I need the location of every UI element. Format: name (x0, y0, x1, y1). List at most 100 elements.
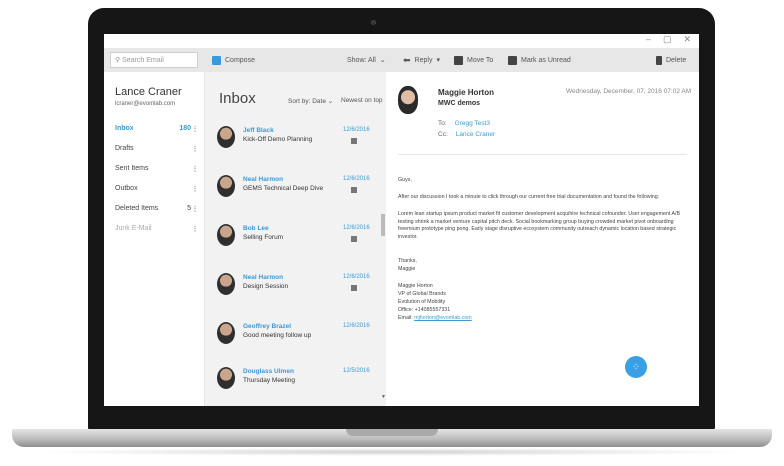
list-title: Inbox (219, 90, 256, 107)
avatar (217, 224, 235, 246)
list-item[interactable]: Douglass Ulmen Thursday Meeting 12/5/201… (205, 363, 380, 406)
avatar (217, 273, 235, 295)
avatar (217, 322, 235, 344)
more-icon[interactable]: ⋮ (191, 225, 199, 233)
reading-pane: Maggie Horton MWC demos Wednesday, Decem… (386, 72, 699, 406)
sidebar-item-junk[interactable]: Junk E-Mail ⋮ (115, 225, 199, 233)
message-date: 12/5/2016 (343, 368, 370, 374)
message-date: 12/6/2016 (343, 176, 370, 182)
folder-name: Junk E-Mail (115, 225, 152, 232)
compose-label: Compose (225, 56, 255, 64)
email-greeting: Guys, (398, 177, 412, 183)
email-thanks: Thanks, (398, 258, 417, 264)
blackberry-fab-button[interactable]: ⁘ (625, 356, 647, 378)
move-to-button[interactable]: Move To (454, 55, 494, 65)
laptop-shadow (30, 448, 754, 456)
list-item[interactable]: Neal Harmon GEMS Technical Deep Dive 12/… (205, 171, 380, 217)
message-subject: Design Session (243, 283, 289, 290)
reply-button[interactable]: ⬅ Reply ▾ (403, 55, 440, 66)
cc-row: Cc: Lance Craner (438, 131, 495, 138)
camera (371, 20, 376, 25)
reply-label: Reply (414, 56, 433, 64)
sidebar: Lance Craner lcraner@evomlab.com Inbox 1… (104, 72, 205, 406)
chevron-down-icon: ⌄ (379, 57, 386, 64)
mark-unread-icon (508, 55, 517, 65)
mark-unread-button[interactable]: Mark as Unread (508, 55, 571, 65)
more-icon[interactable]: ⋮ (191, 205, 199, 213)
message-subject: Selling Forum (243, 234, 284, 241)
sidebar-item-deleted[interactable]: Deleted Items 5 ⋮ (115, 205, 199, 213)
folder-name: Outbox (115, 185, 138, 192)
compose-button[interactable]: Compose (212, 55, 255, 65)
sidebar-item-inbox[interactable]: Inbox 180 ⋮ (115, 125, 199, 133)
reply-icon: ⬅ (403, 54, 411, 65)
message-sender: Jeff Black (243, 127, 274, 134)
message-list: Inbox Sort by: Date ⌄ Newest on top Jeff… (205, 72, 386, 406)
trash-icon (656, 55, 662, 65)
message-subject: GEMS Technical Deep Dive (243, 185, 324, 192)
message-subject: Thursday Meeting (243, 377, 296, 384)
signature-company: Evolution of Mobility (398, 299, 446, 305)
reader-subject: MWC demos (438, 100, 480, 107)
delete-label: Delete (666, 56, 687, 64)
minimize-button[interactable]: – (646, 34, 651, 46)
calendar-icon (351, 138, 357, 144)
close-button[interactable]: ✕ (683, 34, 691, 46)
signature-office: Office: +14085557331 (398, 307, 451, 313)
to-row: To: Gregg Test3 (438, 120, 490, 127)
avatar (217, 126, 235, 148)
sort-dropdown[interactable]: Sort by: Date ⌄ (288, 97, 333, 105)
maximize-button[interactable]: ▢ (663, 34, 672, 46)
laptop-notch (346, 429, 438, 436)
message-subject: Kick-Off Demo Planning (243, 136, 313, 143)
folder-name: Inbox (115, 125, 134, 132)
more-icon[interactable]: ⋮ (191, 165, 199, 173)
cc-label: Cc: (438, 131, 448, 138)
sidebar-item-sent[interactable]: Sent Items ⋮ (115, 165, 199, 173)
list-item[interactable]: Geoffrey Brazel Good meeting follow up 1… (205, 318, 380, 364)
message-sender: Neal Harmon (243, 274, 284, 281)
list-item[interactable]: Bob Lee Selling Forum 12/6/2016 (205, 220, 380, 266)
folder-name: Drafts (115, 145, 134, 152)
folder-count: 180 (179, 125, 191, 132)
message-sender: Neal Harmon (243, 176, 284, 183)
blackberry-icon: ⁘ (631, 361, 641, 373)
newest-on-top-toggle[interactable]: Newest on top (341, 97, 383, 104)
reader-sender: Maggie Horton (438, 88, 494, 97)
chevron-down-icon: ⌄ (327, 98, 334, 105)
search-icon: ⚲ (115, 57, 121, 64)
email-sign-name: Maggie (398, 266, 416, 272)
sidebar-item-outbox[interactable]: Outbox ⋮ (115, 185, 199, 193)
list-item[interactable]: Neal Harmon Design Session 12/6/2016 (205, 269, 380, 315)
folder-name: Deleted Items (115, 205, 159, 212)
message-date: 12/6/2016 (343, 274, 370, 280)
toolbar: ⚲ Search Email Compose Show: All ⌄ ⬅ Rep… (104, 48, 699, 72)
calendar-icon (351, 187, 357, 193)
to-recipient[interactable]: Gregg Test3 (455, 120, 490, 127)
show-filter[interactable]: Show: All ⌄ (347, 56, 386, 65)
search-input[interactable]: ⚲ Search Email (110, 52, 198, 68)
user-email: lcraner@evomlab.com (115, 101, 176, 107)
message-sender: Douglass Ulmen (243, 368, 294, 375)
delete-button[interactable]: Delete (656, 55, 687, 65)
avatar (217, 175, 235, 197)
message-subject: Good meeting follow up (243, 332, 312, 339)
folder-icon (454, 55, 463, 65)
folder-count (177, 145, 191, 153)
reader-date: Wednesday, December, 07, 2016 07:02 AM (566, 88, 692, 95)
more-icon[interactable]: ⋮ (191, 145, 199, 153)
mark-unread-label: Mark as Unread (521, 56, 571, 64)
folder-count: 5 (187, 205, 191, 212)
sidebar-item-drafts[interactable]: Drafts ⋮ (115, 145, 199, 153)
folder-count (177, 225, 191, 233)
show-label: Show: All (347, 56, 376, 64)
more-icon[interactable]: ⋮ (191, 185, 199, 193)
message-date: 12/6/2016 (343, 127, 370, 133)
more-icon[interactable]: ⋮ (191, 125, 199, 133)
reply-dropdown-icon: ▾ (436, 57, 440, 64)
cc-recipient[interactable]: Lance Craner (456, 131, 495, 138)
scrollbar-thumb[interactable] (381, 214, 385, 236)
list-item[interactable]: Jeff Black Kick-Off Demo Planning 12/6/2… (205, 122, 380, 168)
move-label: Move To (467, 56, 494, 64)
signature-email-link[interactable]: mjhorton@evomlab.com (414, 315, 472, 321)
